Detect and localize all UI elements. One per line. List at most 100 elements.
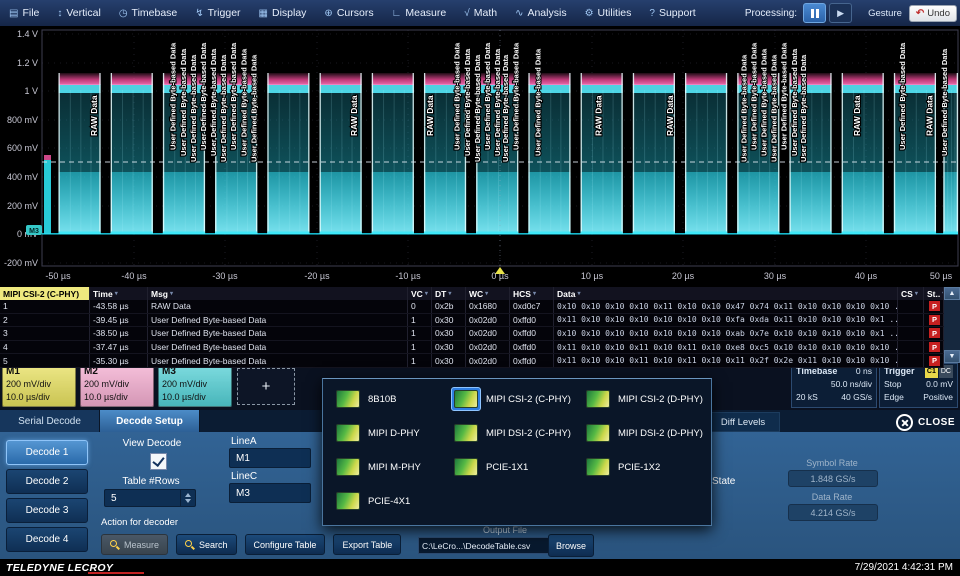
cell-wc: 0x02d0 <box>466 341 510 354</box>
cell-time: -37.47 µs <box>90 341 148 354</box>
measure-button[interactable]: Measure <box>101 534 168 555</box>
column-header-hcs[interactable]: HCS <box>510 287 554 300</box>
gesture-label: Gesture <box>868 8 902 19</box>
cell-time: -39.45 µs <box>90 314 148 327</box>
menu-item-display[interactable]: ▦Display <box>250 0 316 26</box>
menu-item-label: Measure <box>405 7 446 19</box>
trace-box-m2[interactable]: M2200 mV/div10.0 µs/div <box>80 364 154 407</box>
protocol-option-mipi-dsi-2-c-phy-[interactable]: MIPI DSI-2 (C-PHY) <box>451 421 583 445</box>
svg-text:10 µs: 10 µs <box>581 271 604 281</box>
menu-item-measure[interactable]: ∟Measure <box>383 0 456 26</box>
protocol-option-mipi-d-phy[interactable]: MIPI D-PHY <box>333 421 451 445</box>
cell-cs <box>898 354 924 367</box>
column-header-time[interactable]: Time <box>90 287 148 300</box>
table-rows-value: 5 <box>105 493 180 504</box>
protocol-icon <box>336 424 360 442</box>
protocol-option-mipi-csi-2-c-phy-[interactable]: MIPI CSI-2 (C-PHY) <box>451 387 583 411</box>
pause-button[interactable] <box>803 3 826 23</box>
protocol-option-8b10b[interactable]: 8B10B <box>333 387 451 411</box>
decode-table-title[interactable]: MIPI CSI-2 (C-PHY) <box>0 287 90 300</box>
column-header-dt[interactable]: DT <box>432 287 466 300</box>
protocol-option-label: 8B10B <box>368 394 397 405</box>
export-table-button[interactable]: Export Table <box>333 534 401 555</box>
linec-select[interactable]: M3 <box>229 483 311 503</box>
svg-text:User Defined Byte-based Data: User Defined Byte-based Data <box>898 42 907 150</box>
menu-item-support[interactable]: ?Support <box>640 0 704 26</box>
play-button[interactable]: ▶ <box>829 3 852 23</box>
menu-item-trigger[interactable]: ↯Trigger <box>186 0 249 26</box>
browse-button[interactable]: Browse <box>548 534 594 557</box>
trace-box-m3[interactable]: M3200 mV/div10.0 µs/div <box>158 364 232 407</box>
svg-text:400 mV: 400 mV <box>7 172 38 182</box>
menu-item-utilities[interactable]: ⚙Utilities <box>576 0 641 26</box>
protocol-icon-wrap <box>333 421 363 445</box>
protocol-option-pcie-1x2[interactable]: PCIE-1X2 <box>583 455 713 479</box>
table-rows-stepper[interactable]: 5 <box>104 489 196 507</box>
decode-table-row[interactable]: 3-38.50 µsUser Defined Byte-based Data10… <box>0 327 944 341</box>
protocol-option-pcie-4x1[interactable]: PCIE-4X1 <box>333 489 451 513</box>
cell-vc: 1 <box>408 314 432 327</box>
tab-diff-levels[interactable]: Diff Levels <box>706 412 780 432</box>
svg-text:User Defined Byte-based Data: User Defined Byte-based Data <box>169 42 178 150</box>
column-header-vc[interactable]: VC <box>408 287 432 300</box>
protocol-option-mipi-m-phy[interactable]: MIPI M-PHY <box>333 455 451 479</box>
column-header-cs[interactable]: CS <box>898 287 924 300</box>
decode-2-button[interactable]: Decode 2 <box>6 469 88 494</box>
svg-text:30 µs: 30 µs <box>764 271 787 281</box>
svg-text:RAW Data: RAW Data <box>924 95 934 136</box>
add-trace-button[interactable]: + <box>237 368 295 405</box>
protocol-option-mipi-csi-2-d-phy-[interactable]: MIPI CSI-2 (D-PHY) <box>583 387 713 411</box>
protocol-option-label: MIPI DSI-2 (D-PHY) <box>618 428 703 439</box>
tab-serial-decode[interactable]: Serial Decode <box>0 410 100 432</box>
waveform-area[interactable]: RAW Data User Defined Byte-based Data User… <box>0 26 960 287</box>
protocol-option-mipi-dsi-2-d-phy-[interactable]: MIPI DSI-2 (D-PHY) <box>583 421 713 445</box>
linea-select[interactable]: M1 <box>229 448 311 468</box>
cell-time: -38.50 µs <box>90 327 148 340</box>
column-header-data[interactable]: Data <box>554 287 898 300</box>
menu-item-label: Math <box>474 7 497 19</box>
decode-table-row[interactable]: 1-43.58 µsRAW Data00x2b0x16800xd0c70x10 … <box>0 300 944 314</box>
close-button[interactable]: CLOSE <box>896 414 955 431</box>
svg-text:M3: M3 <box>29 228 39 235</box>
action-button-label: Search <box>199 540 228 550</box>
menu-item-math[interactable]: √Math <box>455 0 506 26</box>
menu-item-timebase[interactable]: ◷Timebase <box>110 0 186 26</box>
decode-table-row[interactable]: 5-35.30 µsUser Defined Byte-based Data10… <box>0 354 944 368</box>
view-decode-checkbox[interactable] <box>150 453 167 470</box>
trigger-box[interactable]: TriggerC1DC Stop0.0 mV EdgePositive <box>879 363 958 408</box>
decode-4-button[interactable]: Decode 4 <box>6 527 88 552</box>
menu-item-vertical[interactable]: ↕Vertical <box>48 0 109 26</box>
configure-table-button[interactable]: Configure Table <box>245 534 326 555</box>
column-header-msg[interactable]: Msg <box>148 287 408 300</box>
search-button[interactable]: Search <box>176 534 237 555</box>
trace-box-m1[interactable]: M1200 mV/div10.0 µs/div <box>2 364 76 407</box>
protocol-icon <box>586 390 610 408</box>
menu-item-analysis[interactable]: ∿Analysis <box>506 0 576 26</box>
menu-item-cursors[interactable]: ⊕Cursors <box>315 0 382 26</box>
timebase-box[interactable]: Timebase0 ns 50.0 ns/div 20 kS40 GS/s <box>791 363 877 408</box>
column-header-wc[interactable]: WC <box>466 287 510 300</box>
svg-text:User Defined Byte-based Data: User Defined Byte-based Data <box>749 42 758 150</box>
decode-3-button[interactable]: Decode 3 <box>6 498 88 523</box>
menu-item-label: Cursors <box>337 7 374 19</box>
protocol-icon <box>336 390 360 408</box>
scroll-down-icon[interactable]: ▼ <box>944 350 960 363</box>
table-scrollbar[interactable]: ▲ ▼ <box>944 287 960 363</box>
protocol-popup: 8B10B MIPI CSI-2 (C-PHY)MIPI CSI-2 (D-PHY… <box>322 378 712 526</box>
svg-text:User Defined Byte-based Data: User Defined Byte-based Data <box>511 42 520 150</box>
linec-label: LineC <box>231 471 257 482</box>
menu-item-file[interactable]: ▤File <box>0 0 48 26</box>
cell-msg: User Defined Byte-based Data <box>148 354 408 367</box>
decode-1-button[interactable]: Decode 1 <box>6 440 88 465</box>
trigger-slope: Positive <box>923 391 953 404</box>
svg-text:-30 µs: -30 µs <box>212 271 238 281</box>
column-header-st[interactable]: St.. <box>924 287 944 300</box>
undo-button[interactable]: ↶Undo <box>909 5 957 22</box>
scroll-up-icon[interactable]: ▲ <box>944 287 960 300</box>
tab-decode-setup[interactable]: Decode Setup <box>100 410 200 432</box>
decode-table-row[interactable]: 2-39.45 µsUser Defined Byte-based Data10… <box>0 314 944 328</box>
protocol-option-label: PCIE-1X2 <box>618 462 660 473</box>
output-file-input[interactable] <box>418 537 550 554</box>
decode-table-row[interactable]: 4-37.47 µsUser Defined Byte-based Data10… <box>0 341 944 355</box>
protocol-option-pcie-1x1[interactable]: PCIE-1X1 <box>451 455 583 479</box>
